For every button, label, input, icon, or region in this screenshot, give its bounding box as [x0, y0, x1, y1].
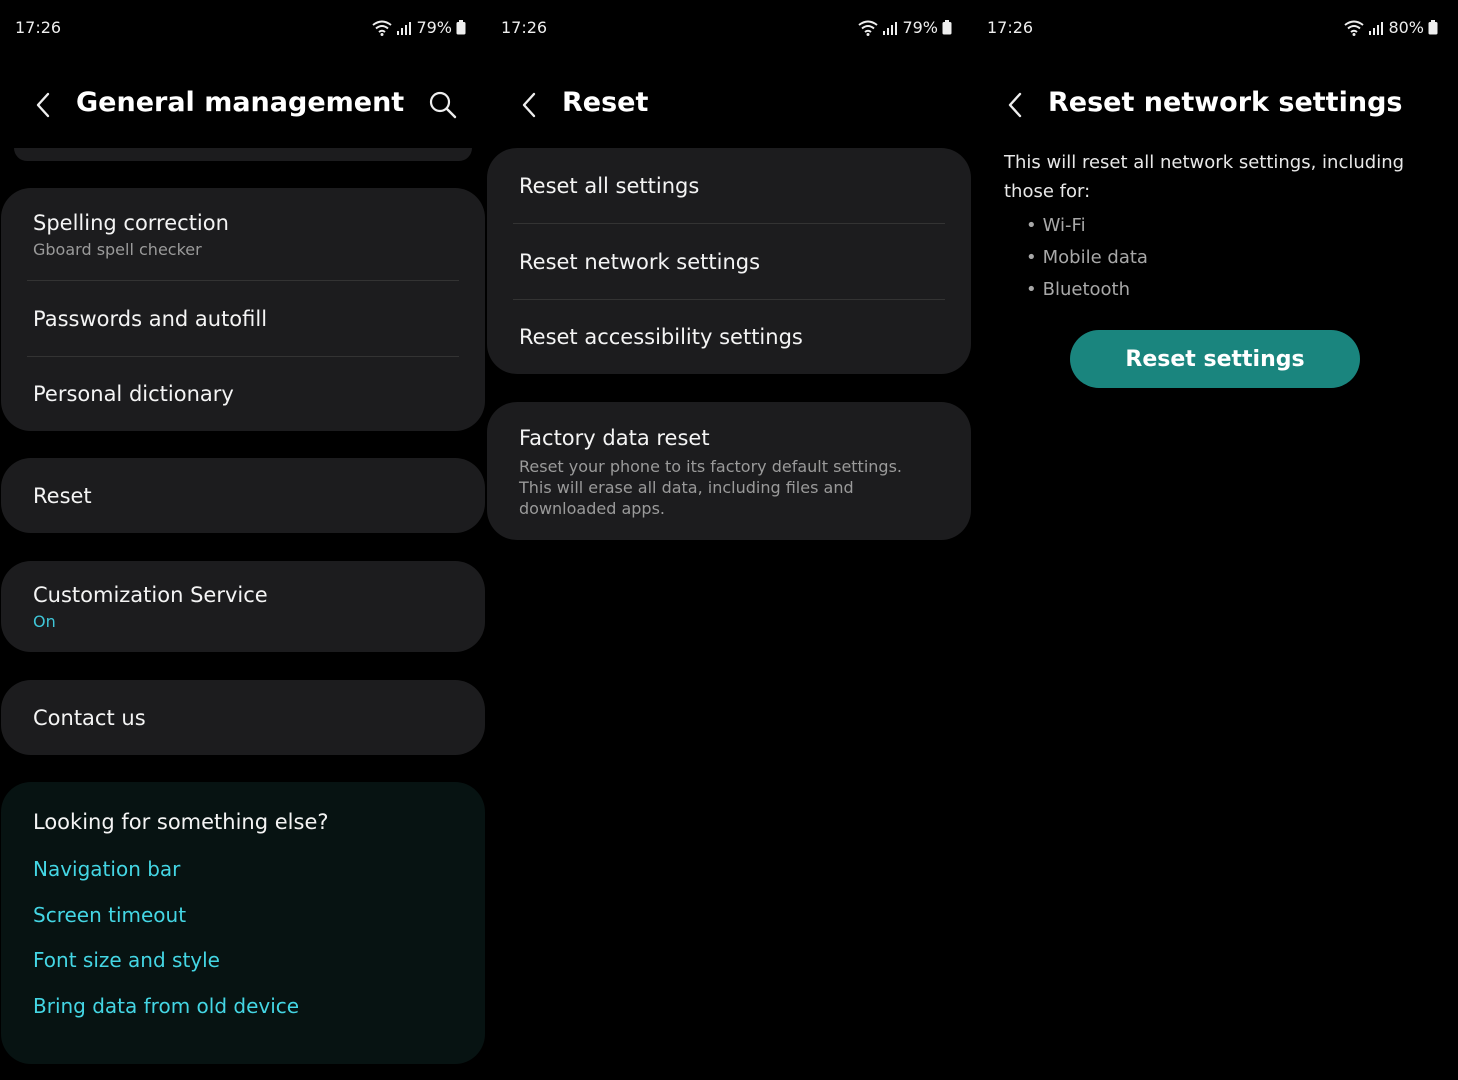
reset-accessibility-settings-item[interactable]: Reset accessibility settings — [487, 300, 971, 374]
passwords-autofill-item[interactable]: Passwords and autofill — [1, 281, 485, 356]
item-label: Reset accessibility settings — [519, 325, 803, 349]
info-text: This will reset all network settings, in… — [1004, 152, 1405, 202]
wifi-icon — [372, 20, 393, 36]
battery-icon — [1428, 20, 1438, 35]
scrolled-card-edge — [14, 148, 472, 161]
factory-reset-card: Factory data reset Reset your phone to i… — [487, 402, 971, 540]
page-title: Reset network settings — [1048, 87, 1403, 118]
item-label: Contact us — [33, 705, 146, 730]
item-label: Personal dictionary — [33, 382, 234, 406]
suggestion-link-font-size[interactable]: Font size and style — [33, 947, 453, 993]
status-bar: 17:26 79% — [15, 16, 466, 40]
back-arrow-icon[interactable] — [1002, 88, 1030, 122]
suggestion-link-bring-data[interactable]: Bring data from old device — [33, 993, 453, 1039]
customization-card: Customization Service On — [1, 561, 485, 652]
affected-settings-list: Wi-Fi Mobile data Bluetooth — [1026, 212, 1148, 308]
item-sublabel: Gboard spell checker — [33, 239, 202, 259]
battery-icon — [456, 20, 466, 35]
suggestions-card: Looking for something else? Navigation b… — [1, 782, 485, 1064]
wifi-icon — [858, 20, 879, 36]
back-arrow-icon[interactable] — [30, 88, 58, 122]
page-title: General management — [76, 87, 405, 118]
suggestion-link-navigation-bar[interactable]: Navigation bar — [33, 856, 453, 902]
contact-us-item[interactable]: Contact us — [1, 680, 485, 755]
reset-card: Reset — [1, 458, 485, 533]
item-description: Reset your phone to its factory default … — [519, 456, 902, 518]
factory-data-reset-item[interactable]: Factory data reset Reset your phone to i… — [487, 402, 971, 540]
status-time: 17:26 — [987, 18, 1034, 37]
customization-service-item[interactable]: Customization Service On — [1, 561, 485, 652]
spelling-correction-item[interactable]: Spelling correction Gboard spell checker — [1, 188, 485, 280]
page-title: Reset — [562, 87, 649, 118]
title-bar: Reset network settings — [972, 80, 1458, 130]
status-bar: 17:26 79% — [501, 16, 952, 40]
reset-all-settings-item[interactable]: Reset all settings — [487, 148, 971, 223]
item-label: Factory data reset — [519, 425, 710, 450]
language-input-card: Spelling correction Gboard spell checker… — [1, 188, 485, 431]
reset-network-settings-item[interactable]: Reset network settings — [487, 224, 971, 299]
bullet-bluetooth: Bluetooth — [1026, 276, 1148, 308]
signal-icon — [1369, 21, 1384, 35]
search-icon[interactable] — [426, 88, 460, 122]
item-label: Passwords and autofill — [33, 306, 268, 331]
reset-network-settings-screen: 17:26 80% Reset network settings This wi… — [972, 0, 1458, 1080]
bullet-mobile-data: Mobile data — [1026, 244, 1148, 276]
battery-percent: 80% — [1388, 18, 1424, 37]
title-bar: General management — [0, 80, 486, 130]
reset-screen: 17:26 79% Reset Reset all settings Reset… — [486, 0, 972, 1080]
item-status: On — [33, 612, 56, 631]
suggestion-link-screen-timeout[interactable]: Screen timeout — [33, 902, 453, 948]
suggestions-heading: Looking for something else? — [33, 810, 329, 834]
item-label: Reset all settings — [519, 173, 700, 198]
reset-item[interactable]: Reset — [1, 458, 485, 533]
item-label: Reset — [33, 483, 92, 508]
reset-settings-button[interactable]: Reset settings — [1070, 330, 1360, 388]
item-label: Spelling correction — [33, 210, 229, 235]
battery-percent: 79% — [416, 18, 452, 37]
status-time: 17:26 — [15, 18, 62, 37]
title-bar: Reset — [486, 80, 972, 130]
wifi-icon — [1344, 20, 1365, 36]
status-time: 17:26 — [501, 18, 548, 37]
battery-percent: 79% — [902, 18, 938, 37]
reset-options-card: Reset all settings Reset network setting… — [487, 148, 971, 374]
item-label: Reset network settings — [519, 249, 761, 274]
bullet-wifi: Wi-Fi — [1026, 212, 1148, 244]
status-bar: 17:26 80% — [987, 16, 1438, 40]
personal-dictionary-item[interactable]: Personal dictionary — [1, 357, 485, 431]
battery-icon — [942, 20, 952, 35]
back-arrow-icon[interactable] — [516, 88, 544, 122]
item-label: Customization Service — [33, 583, 268, 607]
signal-icon — [397, 21, 412, 35]
general-management-screen: 17:26 79% General management Spelling co… — [0, 0, 486, 1080]
contact-card: Contact us — [1, 680, 485, 755]
signal-icon — [883, 21, 898, 35]
